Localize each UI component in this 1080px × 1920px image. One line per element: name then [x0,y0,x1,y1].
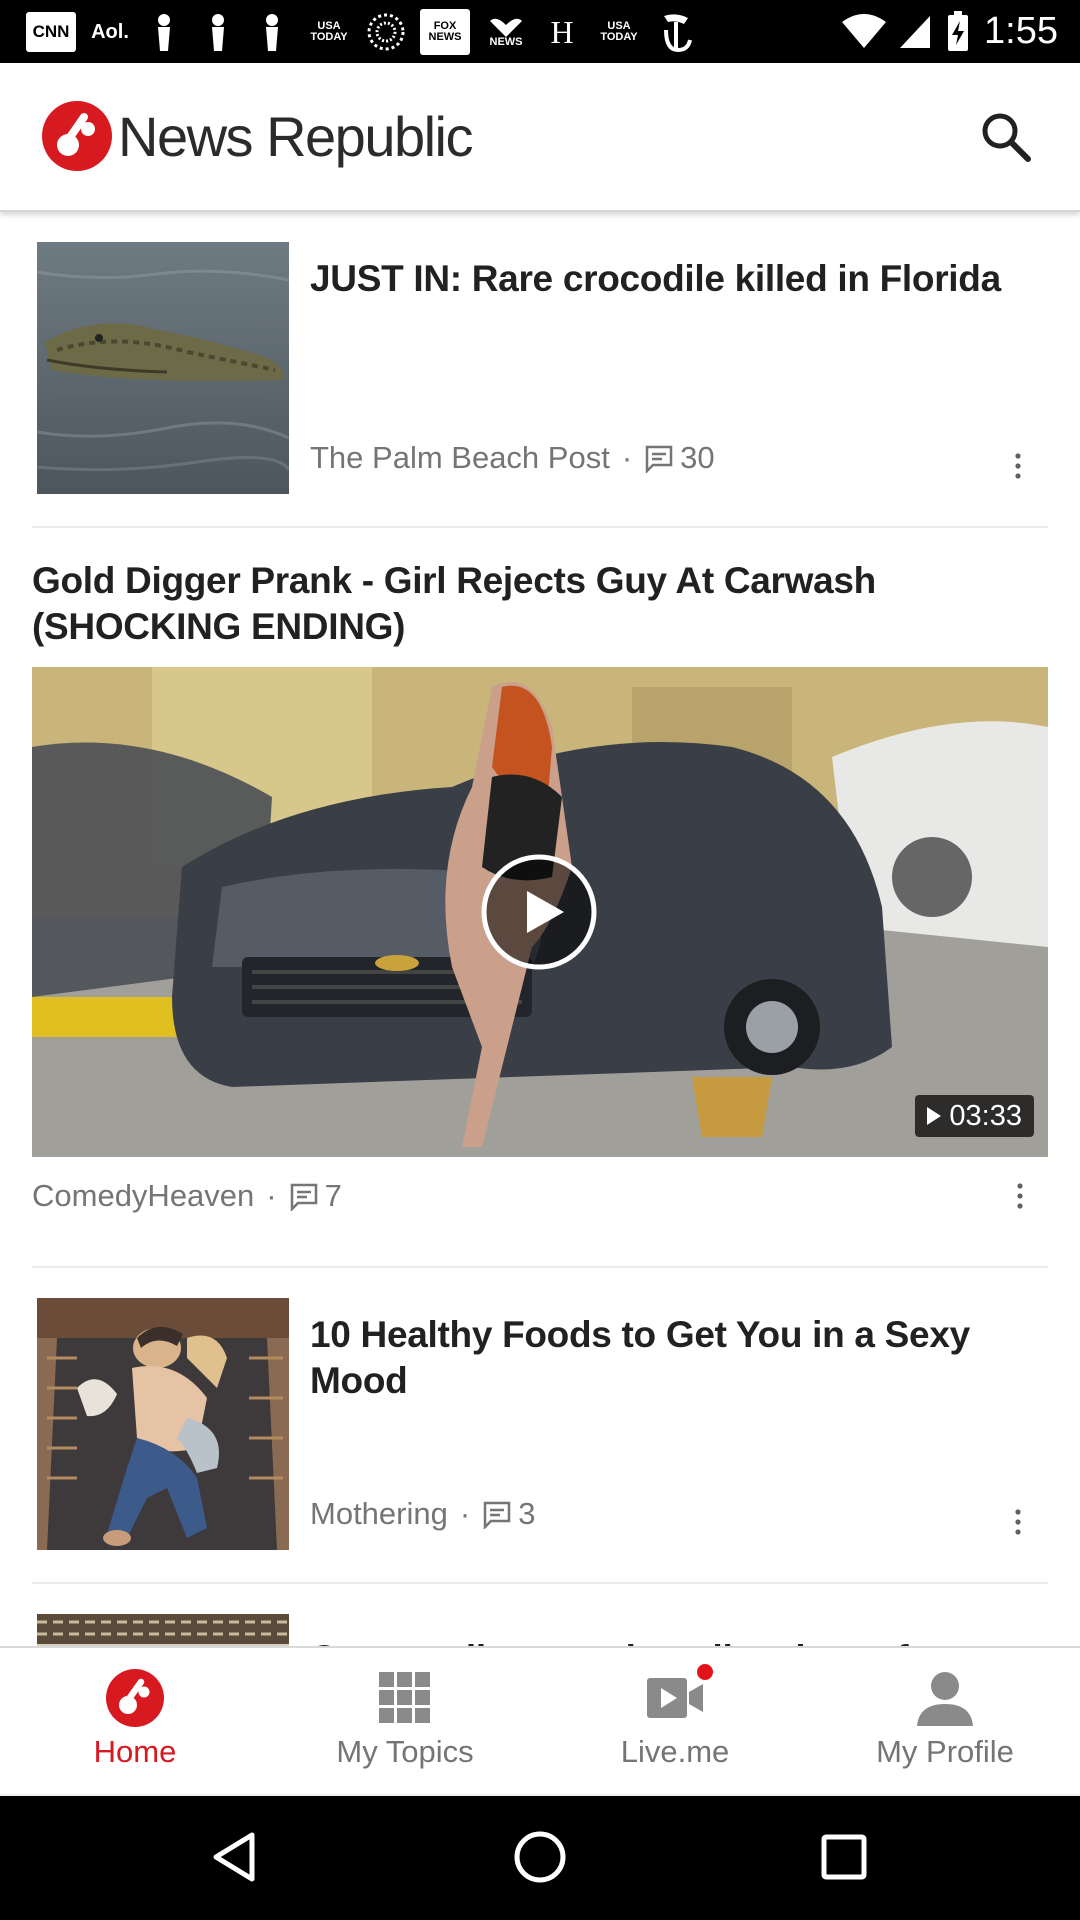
usatoday-ico-1 [144,12,184,52]
nav-home-label: Home [93,1734,177,1769]
nav-home[interactable]: Home [0,1648,270,1796]
usatoday-ico-3 [252,12,292,52]
news-card[interactable]: 10 Healthy Foods to Get You in a Sexy Mo… [32,1298,1048,1550]
play-small-icon [927,1107,942,1125]
article-headline[interactable]: Conn. college student dies days after pa… [310,1636,1010,1646]
meta-separator: · [621,440,633,475]
news-republic-logo-icon [42,101,112,171]
divider [32,526,1048,528]
video-meta: ComedyHeaven · 7 [32,1178,342,1214]
usatoday-notification-icon-2: USA TODAY [600,19,638,43]
wifi-icon [842,13,887,48]
more-options-button[interactable] [998,446,1038,486]
nav-my-topics[interactable]: My Topics [270,1648,540,1796]
notification-icons: CNN Aol. USA TODAY FOX NEWS NEWS H USA T… [0,0,696,63]
nav-my-topics-label: My Topics [336,1734,474,1769]
meta-separator: · [266,1178,277,1213]
article-thumbnail[interactable] [37,1614,289,1646]
divider [32,1582,1048,1584]
more-vert-icon [1015,1509,1021,1535]
play-button[interactable] [480,853,598,971]
more-options-button[interactable] [998,1502,1038,1542]
article-headline[interactable]: JUST IN: Rare crocodile killed in Florid… [310,256,1010,302]
nbc-news-notification-icon: NEWS [484,12,528,52]
back-icon[interactable] [206,1827,266,1887]
article-thumbnail[interactable] [37,242,289,494]
cnn-notification-icon: CNN [26,11,76,52]
home-icon [106,1669,164,1727]
app-bar: News Republic [0,63,1080,212]
nytimes-notification-icon [656,12,696,52]
nbc-news-label: NEWS [489,36,523,48]
person-icon [917,1672,973,1726]
search-button[interactable] [976,107,1036,167]
home-circle-icon[interactable] [510,1827,570,1887]
history-notification-icon: H [550,13,574,50]
nav-live-me[interactable]: Live.me [540,1648,810,1796]
video-headline[interactable]: Gold Digger Prank - Girl Rejects Guy At … [32,558,1048,650]
aol-notification-icon: Aol. [91,20,129,43]
comment-count: 30 [680,440,715,475]
article-source: The Palm Beach Post [310,440,610,475]
article-headline[interactable]: 10 Healthy Foods to Get You in a Sexy Mo… [310,1312,1010,1404]
video-camera-icon [647,1664,713,1718]
notification-badge [697,1664,713,1680]
comment-count: 3 [518,1496,536,1531]
foxnews-notification-icon: FOX NEWS [420,8,470,55]
video-duration-badge: 03:33 [915,1095,1034,1137]
nav-my-profile[interactable]: My Profile [810,1648,1080,1796]
more-vert-icon [1015,453,1021,479]
recents-icon[interactable] [814,1827,874,1887]
divider [32,1266,1048,1268]
grid-icon [379,1672,430,1723]
globe-notification-icon [366,12,406,52]
signal-icon [900,15,931,48]
status-bar: CNN Aol. USA TODAY FOX NEWS NEWS H USA T… [0,0,1080,63]
system-status: 1:55 [842,0,1058,63]
search-icon [982,113,1031,162]
article-meta: The Palm Beach Post · 30 [310,440,715,476]
nav-my-profile-label: My Profile [876,1734,1014,1769]
more-vert-icon [1017,1183,1023,1209]
comment-icon [483,1501,511,1529]
usatoday-ico-2 [198,12,238,52]
app-name: News Republic [118,104,474,168]
bottom-navigation: Home My Topics Live.me My Profile [0,1646,1080,1796]
comment-icon [645,445,673,473]
news-card[interactable]: Conn. college student dies days after pa… [32,1614,1048,1646]
news-republic-logo[interactable]: News Republic [40,99,474,173]
nav-live-me-label: Live.me [620,1734,730,1769]
battery-charging-icon [948,10,969,51]
article-meta: Mothering · 3 [310,1496,535,1532]
video-source: ComedyHeaven [32,1178,255,1213]
more-options-button[interactable] [1000,1176,1040,1216]
usatoday-notification-icon: USA TODAY [310,19,348,43]
comment-count: 7 [324,1178,342,1213]
comment-icon [290,1183,317,1211]
video-duration: 03:33 [949,1099,1022,1132]
clock: 1:55 [984,10,1058,52]
news-card[interactable]: JUST IN: Rare crocodile killed in Florid… [32,242,1048,494]
meta-separator: · [459,1496,471,1531]
news-feed[interactable]: JUST IN: Rare crocodile killed in Florid… [0,212,1080,1646]
article-thumbnail[interactable] [37,1298,289,1550]
article-source: Mothering [310,1496,448,1531]
video-player[interactable]: 03:33 [32,667,1048,1157]
system-navigation-bar [0,1794,1080,1920]
